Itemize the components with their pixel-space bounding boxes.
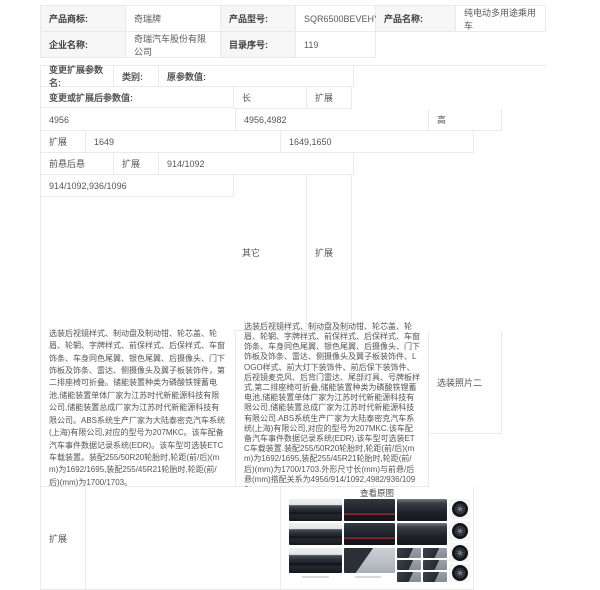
photo-caption-mark [302, 576, 329, 578]
view-original-link[interactable]: 查看原图 [289, 487, 465, 499]
small-mirror-photo-5[interactable] [397, 572, 421, 582]
small-mirror-photo-1[interactable] [397, 548, 421, 558]
row-length-name: 长 [234, 87, 307, 109]
photo-collage: 查看原图 [289, 487, 470, 583]
row-other-original: 选装后视镜样式、制动盘及制动钳、轮芯盖、轮眉、轮辋、字牌样式、前保样式、后保样式… [41, 328, 236, 487]
product-name-label: 产品名称: [376, 6, 456, 32]
catalog-number-label: 目录序号: [221, 32, 296, 58]
product-brand-label: 产品商标: [41, 6, 126, 32]
front-bumper-photo-3[interactable] [289, 548, 342, 573]
product-name-value: 纯电动多用途乘用车 [456, 6, 546, 32]
row-other-category: 扩展 [307, 175, 352, 331]
small-mirror-photo-6[interactable] [423, 572, 447, 582]
front-bumper-photo-2[interactable] [289, 523, 342, 545]
product-model-value: SQR6500BEVEHY5 [296, 6, 385, 32]
other-original-text: 选装后视镜样式、制动盘及制动钳、轮芯盖、轮眉、轮辋、字牌样式、前保样式、后保样式… [49, 328, 226, 487]
row-length-category: 扩展 [307, 87, 352, 109]
product-model-label: 产品型号: [221, 6, 296, 32]
wheel-rim-icon [451, 523, 468, 539]
wheel-photo-4[interactable] [449, 564, 470, 582]
header-parameter-name: 变更扩展参数名: [41, 65, 114, 88]
small-mirror-photo-2[interactable] [423, 548, 447, 558]
row-height-original: 1649 [86, 131, 281, 153]
company-name-value: 奇瑞汽车股份有限公司 [126, 32, 221, 58]
rear-view-photo-2[interactable] [344, 523, 395, 545]
header-original-value: 原参数值: [159, 66, 354, 87]
company-name-label: 企业名称: [41, 32, 126, 58]
header-changed-value: 变更或扩展后参数值: [41, 87, 234, 108]
row-overhang-changed: 914/1092,936/1096 [41, 175, 234, 197]
roof-trim-photo-1[interactable] [397, 499, 447, 521]
wheel-rim-icon [451, 544, 468, 561]
row-overhang-category: 扩展 [114, 153, 159, 175]
roof-trim-photo-2[interactable] [397, 523, 447, 545]
photo-caption-mark [355, 576, 381, 578]
row-height-name: 高 [429, 109, 502, 131]
small-mirror-photo-3[interactable] [397, 560, 421, 570]
row-overhang-name: 前悬后悬 [41, 153, 114, 175]
row-photos-name: 选装照片二 [429, 331, 502, 434]
row-photos-category: 扩展 [41, 487, 86, 590]
front-bumper-photo-1[interactable] [289, 499, 342, 521]
wheel-photo-1[interactable] [449, 499, 470, 519]
row-photos-original-empty [86, 487, 281, 590]
vehicle-change-extension-document: 产品商标: 奇瑞牌 产品型号: SQR6500BEVEHY5 产品名称: 纯电动… [40, 5, 546, 590]
product-info-table: 产品商标: 奇瑞牌 产品型号: SQR6500BEVEHY5 产品名称: 纯电动… [40, 5, 546, 58]
small-mirror-photo-4[interactable] [423, 560, 447, 570]
catalog-number-value: 119 [296, 32, 376, 58]
row-photos-changed: 查看原图 [281, 487, 474, 590]
header-category: 类别: [114, 66, 159, 87]
wheel-photo-2[interactable] [449, 521, 470, 541]
wheel-rim-icon [451, 501, 468, 517]
row-overhang-original: 914/1092 [159, 153, 354, 175]
row-other-changed: 选装后视镜样式、制动盘及制动钳、轮芯盖、轮眉、轮辋、字牌样式、前保样式、后保样式… [236, 322, 429, 494]
rear-view-photo-1[interactable] [344, 499, 395, 521]
row-height-category: 扩展 [41, 131, 86, 153]
row-length-changed: 4956,4982 [236, 109, 429, 131]
product-brand-value: 奇瑞牌 [126, 6, 221, 32]
row-length-original: 4956 [41, 109, 236, 131]
wheel-photo-3[interactable] [449, 543, 470, 562]
info-table-empty-area [376, 32, 546, 58]
row-height-changed: 1649,1650 [281, 131, 474, 153]
wheel-rim-icon [451, 565, 468, 581]
parameters-table: 变更扩展参数名: 类别: 原参数值: 变更或扩展后参数值: 长 扩展 4956 … [40, 65, 546, 590]
side-mirror-photo[interactable] [344, 548, 395, 573]
row-other-name: 其它 [234, 175, 307, 331]
other-changed-text: 选装后视镜样式、制动盘及制动钳、轮芯盖、轮眉、轮辋、字牌样式、前保样式、后保样式… [244, 321, 420, 494]
